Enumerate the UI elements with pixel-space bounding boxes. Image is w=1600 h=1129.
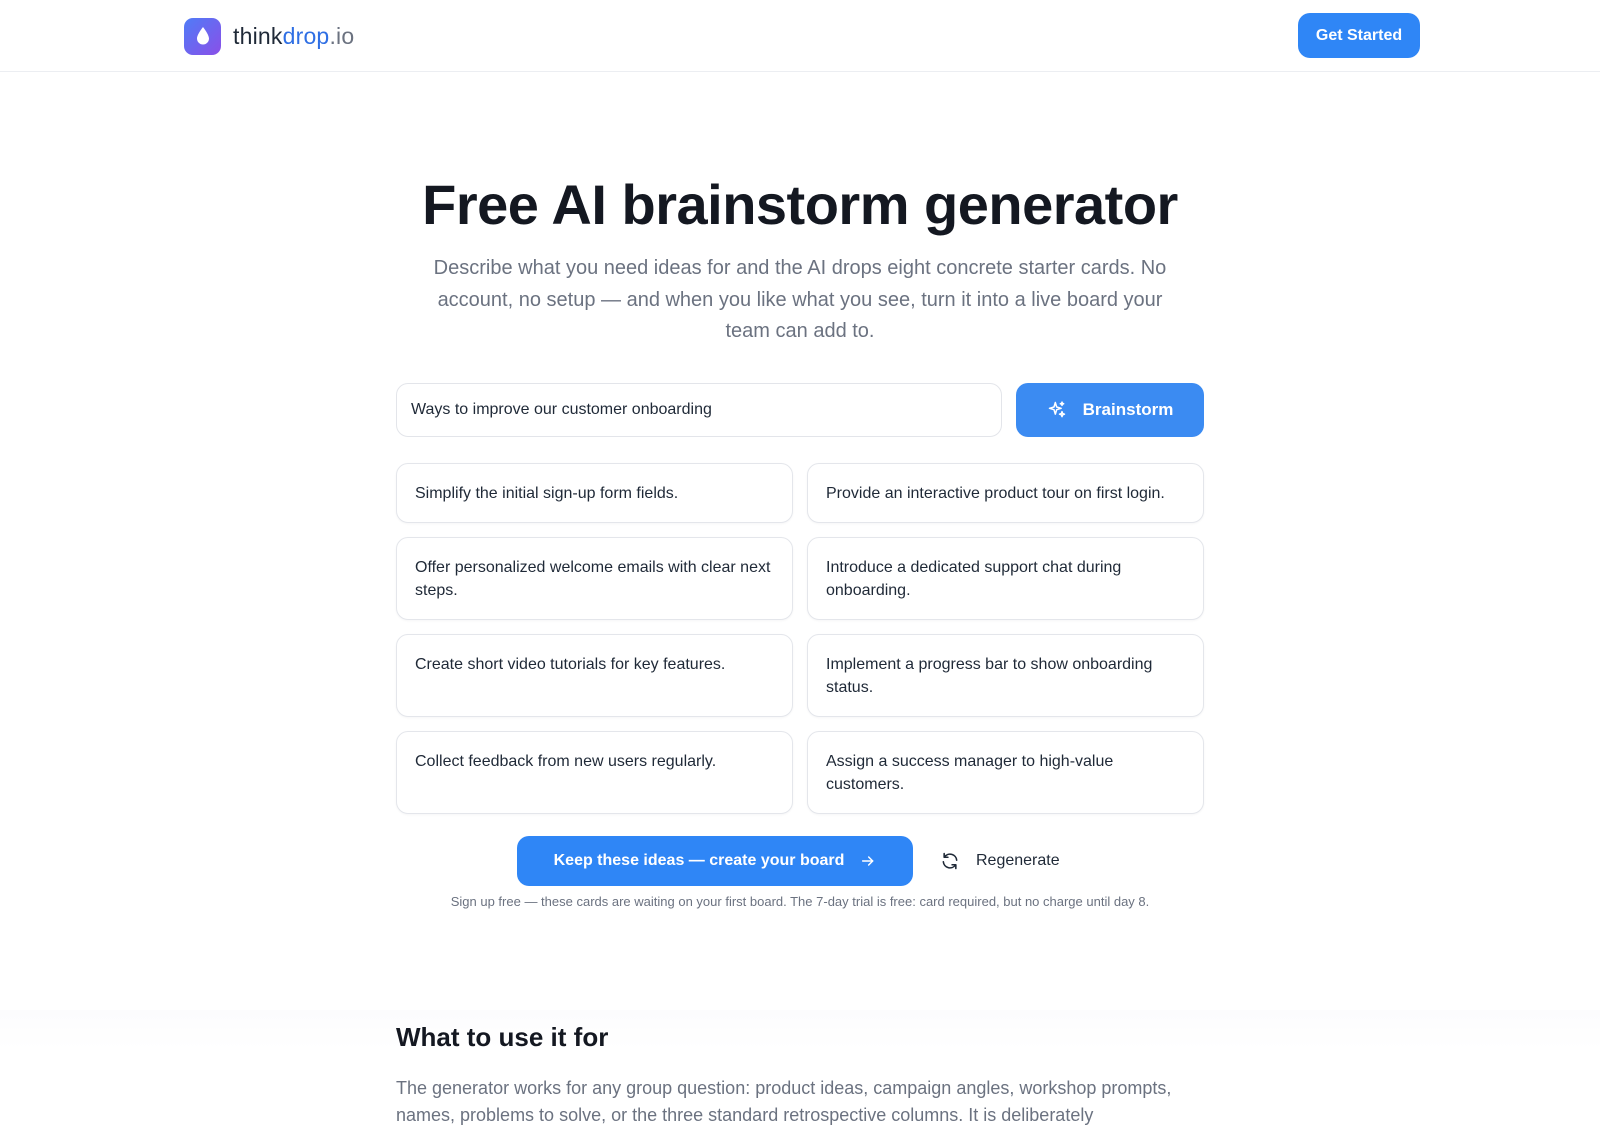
refresh-icon — [940, 851, 960, 871]
arrow-right-icon — [860, 853, 876, 869]
logo-text-io: .io — [329, 22, 355, 49]
regenerate-button-label: Regenerate — [976, 852, 1060, 869]
idea-card[interactable]: Introduce a dedicated support chat durin… — [807, 537, 1204, 620]
idea-card[interactable]: Collect feedback from new users regularl… — [396, 731, 793, 814]
logo[interactable]: thinkdrop.io — [184, 17, 354, 55]
create-board-button-label: Keep these ideas — create your board — [553, 852, 845, 869]
idea-card[interactable]: Offer personalized welcome emails with c… — [396, 537, 793, 620]
idea-card[interactable]: Create short video tutorials for key fea… — [396, 634, 793, 717]
hero-subtitle: Describe what you need ideas for and the… — [433, 257, 1167, 342]
create-board-button[interactable]: Keep these ideas — create your board — [517, 836, 913, 886]
page-title: Free AI brainstorm generator — [422, 173, 1178, 236]
idea-card[interactable]: Assign a success manager to high-value c… — [807, 731, 1204, 814]
idea-card[interactable]: Provide an interactive product tour on f… — [807, 463, 1204, 523]
brainstorm-button[interactable]: Brainstorm — [1016, 383, 1204, 437]
trial-disclaimer: Sign up free — these cards are waiting o… — [450, 894, 1150, 909]
sparkle-icon — [1047, 400, 1067, 420]
get-started-button[interactable]: Get Started — [1298, 13, 1420, 58]
section-body: The generator works for any group questi… — [396, 1078, 1172, 1125]
idea-card[interactable]: Simplify the initial sign-up form fields… — [396, 463, 793, 523]
logo-wordmark: thinkdrop.io — [233, 23, 354, 50]
idea-card[interactable]: Implement a progress bar to show onboard… — [807, 634, 1204, 717]
droplet-icon — [184, 17, 221, 55]
logo-text-think: think — [233, 22, 283, 49]
section-title: What to use it for — [396, 1022, 609, 1052]
top-nav: thinkdrop.io Get Started — [0, 0, 1600, 72]
brainstorm-topic-input[interactable] — [396, 383, 1002, 437]
brainstorm-button-label: Brainstorm — [1082, 400, 1174, 419]
logo-text-drop: drop — [282, 22, 330, 49]
regenerate-button[interactable]: Regenerate — [940, 836, 1080, 886]
